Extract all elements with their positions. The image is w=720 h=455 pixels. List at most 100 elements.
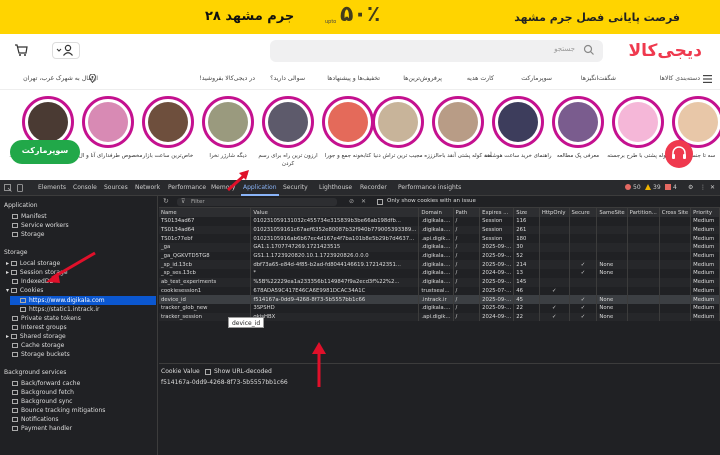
url-decoded-checkbox[interactable]	[205, 369, 211, 375]
issues-count[interactable]: 4	[673, 184, 677, 191]
table-row[interactable]: cookiesession1 678ADA59C417E46CA6E9981DCA…	[159, 286, 720, 296]
table-row[interactable]: device_id f514167a-0dd9-4268-8f73-5b5557b…	[159, 295, 720, 304]
tab-elements[interactable]: Elements	[38, 184, 66, 191]
story-item[interactable]	[432, 96, 484, 148]
story-item[interactable]	[492, 96, 544, 148]
story-item[interactable]	[82, 96, 134, 148]
tab-performance-insights[interactable]: Performance insights	[398, 184, 461, 191]
table-row[interactable]: _ga GA1.1.1707747269.1721423515 .digikala.…	[159, 243, 720, 252]
sidebar-item-bfcache[interactable]: Back/forward cache	[12, 380, 80, 387]
nav-item-offers[interactable]: تخفیف‌ها و پیشنهادها	[327, 75, 380, 82]
story-item[interactable]	[142, 96, 194, 148]
column-header[interactable]: Size	[513, 208, 540, 217]
refresh-icon[interactable]: ↻	[163, 197, 169, 205]
inspect-icon[interactable]	[4, 184, 12, 192]
supermarket-button[interactable]: سوپرمارکت	[10, 140, 80, 164]
story-item[interactable]	[202, 96, 254, 148]
table-row[interactable]: ab_test_experiments %5B%22229ea1a233356b1…	[159, 277, 720, 287]
column-header[interactable]: Domain	[418, 208, 454, 217]
table-row[interactable]: TS0134ad67 010231059131032c455734e315839b…	[159, 217, 720, 226]
sidebar-item-cookie-intrack[interactable]: https://static1.intrack.ir	[20, 306, 100, 313]
filter-input[interactable]: ⊽ Filter	[177, 198, 337, 206]
cart-icon[interactable]	[14, 43, 28, 57]
tab-sources[interactable]: Sources	[104, 184, 128, 191]
warning-count[interactable]: 39	[653, 184, 661, 191]
table-row[interactable]: _ga_QGKVTD5TG8 GS1.1.1723920820.10.1.1723…	[159, 251, 720, 261]
tab-security[interactable]: Security	[283, 184, 308, 191]
sidebar-item-interest-groups[interactable]: Interest groups	[12, 324, 67, 331]
sidebar-item-cache-storage[interactable]: Cache storage	[12, 342, 64, 349]
sidebar-item-manifest[interactable]: Manifest	[12, 213, 47, 220]
table-row[interactable]: _sp_id.13cb dbf73a65-e84d-4f85-b2ad-fd804…	[159, 260, 720, 270]
table-cell: /	[453, 277, 481, 287]
clear-all-icon[interactable]: ⊘	[349, 198, 354, 205]
nav-item-giftcard[interactable]: کارت هدیه	[467, 75, 494, 82]
table-cell: /	[453, 303, 481, 313]
cookie-value-text[interactable]: f514167a-0dd9-4268-8f73-5b5557bb1c66	[161, 379, 288, 386]
tab-network[interactable]: Network	[135, 184, 160, 191]
user-menu-button[interactable]	[52, 42, 80, 59]
column-header[interactable]: Expires ...	[479, 208, 515, 217]
delete-selected-icon[interactable]: ✕	[361, 198, 366, 205]
tab-lighthouse[interactable]: Lighthouse	[319, 184, 352, 191]
search-box[interactable]: جستجو	[270, 40, 603, 62]
story-item[interactable]	[322, 96, 374, 148]
sidebar-item-storage[interactable]: Storage	[12, 231, 44, 238]
story-item[interactable]	[262, 96, 314, 148]
close-icon[interactable]: ✕	[710, 184, 715, 191]
sidebar-item-background-sync[interactable]: Background sync	[12, 398, 72, 405]
table-cell	[569, 251, 598, 261]
nav-location[interactable]: ارسال به شهرک غرب، تهران	[23, 75, 98, 82]
sidebar-item-private-state-tokens[interactable]: Private state tokens	[12, 315, 81, 322]
sidebar-item-cookie-digikala[interactable]: https://www.digikala.com	[20, 297, 105, 304]
stories-row: سه تا جنس از کاهش! کوله پشتی با طرح برجس…	[0, 90, 720, 180]
tab-recorder[interactable]: Recorder	[360, 184, 387, 191]
chat-support-button[interactable]	[665, 140, 693, 168]
column-header[interactable]: Name	[159, 208, 252, 217]
sidebar-item-background-fetch[interactable]: Background fetch	[12, 389, 74, 396]
promo-banner[interactable]: فرصت پایانی فصل جرم مشهد ۵۰٪ upto ۲۸ جرم…	[0, 0, 720, 34]
tab-console[interactable]: Console	[73, 184, 97, 191]
nav-categories[interactable]: دسته‌بندی کالاها	[660, 75, 700, 82]
column-header[interactable]: HttpOnly	[539, 208, 570, 217]
table-cell	[659, 251, 692, 261]
sidebar-item-cookies[interactable]: ▾ Cookies	[6, 287, 43, 294]
more-options-icon[interactable]: ⋮	[700, 184, 706, 191]
table-row[interactable]: tracker_glob_new 3SPSHD .digikala..../2025…	[159, 303, 720, 313]
table-cell: ✓	[569, 260, 598, 270]
site-logo[interactable]: دیجی‌کالا	[629, 41, 703, 61]
application-sidebar: Application Manifest Service workers Sto…	[0, 196, 158, 455]
story-item[interactable]	[612, 96, 664, 148]
column-header[interactable]: Priority	[690, 208, 720, 217]
sidebar-item-shared-storage[interactable]: ▸ Shared storage	[6, 333, 66, 340]
table-row[interactable]: TS0134ad64 010231059161c67aef6352e80087b3…	[159, 225, 720, 235]
column-header[interactable]: Value	[250, 208, 420, 217]
headset-icon	[672, 146, 686, 159]
only-issue-checkbox[interactable]	[377, 199, 383, 205]
nav-item-amazing[interactable]: شگفت‌انگیزها	[581, 75, 616, 82]
nav-item-sell[interactable]: در دیجی‌کالا بفروشید!	[199, 75, 255, 82]
sidebar-item-notifications[interactable]: Notifications	[12, 416, 59, 423]
story-item[interactable]	[372, 96, 424, 148]
sidebar-item-service-workers[interactable]: Service workers	[12, 222, 69, 229]
file-icon	[12, 214, 18, 219]
column-header[interactable]: Cross Site	[659, 208, 692, 217]
nav-item-faq[interactable]: سوالی دارید؟	[270, 75, 305, 82]
device-toolbar-icon[interactable]	[16, 184, 24, 192]
sidebar-item-bounce-tracking[interactable]: Bounce tracking mitigations	[12, 407, 105, 414]
column-header[interactable]: Path	[453, 208, 481, 217]
column-header[interactable]: SameSite	[596, 208, 628, 217]
sidebar-item-payment-handler[interactable]: Payment handler	[12, 425, 72, 432]
table-row[interactable]: TS01c77ebf 01023105916ab6b67ec4d167e4f7ba…	[159, 234, 720, 244]
nav-item-bestsellers[interactable]: پرفروش‌ترین‌ها	[403, 75, 442, 82]
sidebar-item-storage-buckets[interactable]: Storage buckets	[12, 351, 70, 358]
story-item[interactable]	[552, 96, 604, 148]
table-row[interactable]: _sp_ses.13cb * .digikala..../2024-09-... 13…	[159, 269, 720, 278]
file-icon	[12, 408, 18, 413]
tab-performance[interactable]: Performance	[168, 184, 206, 191]
column-header[interactable]: Partition...	[627, 208, 660, 217]
error-count[interactable]: 50	[633, 184, 641, 191]
nav-item-supermarket[interactable]: سوپرمارکت	[521, 75, 552, 82]
column-header[interactable]: Secure	[569, 208, 598, 217]
settings-icon[interactable]: ⚙	[688, 184, 693, 191]
